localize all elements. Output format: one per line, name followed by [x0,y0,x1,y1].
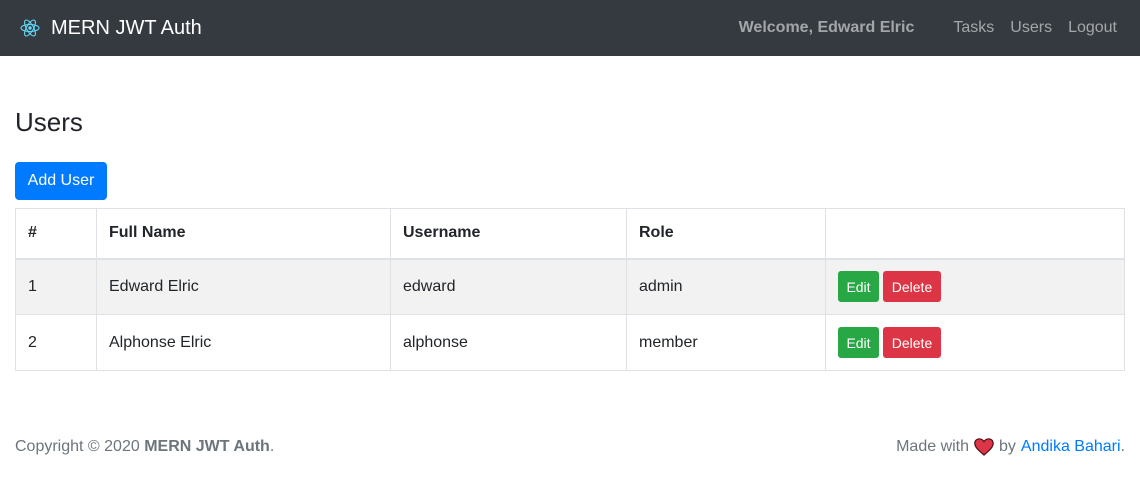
by-text: by [999,438,1016,455]
cell-role: member [626,314,826,371]
page-title: Users [15,107,83,137]
footer-copyright: Copyright © 2020 MERN JWT Auth. [15,438,274,456]
row-actions: Edit Delete [838,271,1112,303]
cell-full-name: Edward Elric [96,258,391,315]
header-actions [825,208,1125,260]
welcome-text: Welcome, Edward Elric [738,19,915,36]
add-user-button[interactable]: Add User [15,162,107,200]
heart-icon [974,438,994,456]
nav-right: Welcome, Edward Elric Tasks Users Logout [739,19,1117,37]
author-suffix: . [1120,438,1125,455]
nav-link-tasks[interactable]: Tasks [953,19,994,37]
table-header-row: # Full Name Username Role [15,208,1125,260]
row-actions: Edit Delete [838,327,1112,358]
header-role: Role [626,208,826,260]
table-row: 2 Alphonse Elric alphonse member Edit De… [15,314,1125,371]
cell-role: admin [626,258,826,315]
copyright-brand: MERN JWT Auth [144,438,270,455]
cell-username: alphonse [390,314,627,371]
copyright-suffix: . [269,438,275,455]
brand[interactable]: MERN JWT Auth [20,18,202,38]
navbar: MERN JWT Auth Welcome, Edward Elric Task… [0,0,1140,56]
edit-button[interactable]: Edit [838,271,879,303]
react-atom-icon [20,19,40,37]
nav-link-logout[interactable]: Logout [1068,19,1117,37]
made-with-text: Made with [896,438,970,455]
delete-button[interactable]: Delete [883,327,941,358]
cell-actions: Edit Delete [825,258,1125,315]
brand-title[interactable]: MERN JWT Auth [51,18,202,38]
header-username: Username [390,208,627,260]
nav-link-users[interactable]: Users [1010,19,1052,37]
delete-button[interactable]: Delete [883,271,941,303]
cell-actions: Edit Delete [825,314,1125,371]
cell-username: edward [390,258,627,315]
header-number: # [15,208,97,260]
users-table: # Full Name Username Role 1 Edward Elric… [15,208,1125,371]
author-credit: Andika Bahari. [1021,438,1125,456]
table-row: 1 Edward Elric edward admin Edit Delete [15,258,1125,315]
cell-full-name: Alphonse Elric [96,314,391,371]
cell-number: 2 [15,314,97,371]
footer-credit: Made with by Andika Bahari. [896,438,1125,456]
author-link[interactable]: Andika Bahari [1021,438,1121,455]
edit-button[interactable]: Edit [838,327,879,358]
cell-number: 1 [15,258,97,315]
copyright-prefix: Copyright © 2020 [15,438,145,455]
header-full-name: Full Name [96,208,391,260]
